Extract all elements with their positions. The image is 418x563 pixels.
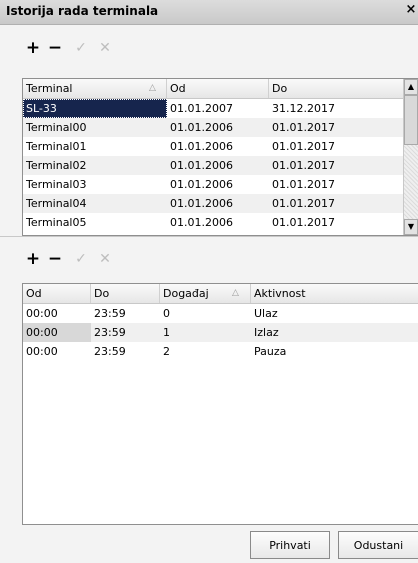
scroll-down-icon[interactable]: ▼ [404, 219, 418, 235]
table-cell[interactable]: 01.01.2006 [167, 194, 269, 213]
col-header-od[interactable]: Od [167, 79, 269, 98]
col-header-terminal[interactable]: Terminal △ [23, 79, 167, 98]
table-cell[interactable]: Izlaz [251, 323, 418, 342]
table-row[interactable]: 00:00 23:59 0 Ulaz [23, 304, 418, 323]
scroll-up-icon[interactable]: ▲ [404, 79, 418, 95]
table-cell[interactable]: 31.12.2017 [269, 99, 404, 118]
cancel-button[interactable]: Odustani [338, 531, 418, 559]
window-title: Istorija rada terminala [6, 4, 159, 18]
table-row[interactable]: SL-33 01.01.2007 31.12.2017 [23, 99, 404, 118]
add-event-button[interactable]: + [22, 248, 44, 270]
table-row[interactable]: Terminal02 01.01.2006 01.01.2017 [23, 156, 404, 175]
table-cell[interactable]: Terminal04 [23, 194, 167, 213]
table-cell[interactable]: Terminal03 [23, 175, 167, 194]
table-cell[interactable]: 23:59 [91, 323, 160, 342]
table-cell[interactable]: Terminal00 [23, 118, 167, 137]
table-cell[interactable]: 01.01.2017 [269, 213, 404, 232]
table-cell[interactable]: 01.01.2007 [167, 99, 269, 118]
table-row[interactable]: Terminal04 01.01.2006 01.01.2017 [23, 194, 404, 213]
table-row[interactable]: Terminal00 01.01.2006 01.01.2017 [23, 118, 404, 137]
table-row[interactable]: 00:00 23:59 1 Izlaz [23, 323, 418, 342]
scroll-thumb[interactable] [404, 95, 418, 145]
cancel-terminal-icon[interactable]: ✕ [94, 37, 116, 59]
table-cell[interactable]: Terminal02 [23, 156, 167, 175]
scroll-track[interactable] [404, 145, 418, 219]
table-row[interactable]: Terminal05 01.01.2006 01.01.2017 [23, 213, 404, 232]
close-icon[interactable]: × [404, 2, 418, 20]
table-cell[interactable]: 01.01.2017 [269, 118, 404, 137]
table-cell[interactable]: 01.01.2006 [167, 156, 269, 175]
table-cell[interactable]: Pauza [251, 342, 418, 361]
table-cell[interactable]: 00:00 [23, 342, 91, 361]
table-cell[interactable]: 00:00 [23, 323, 91, 342]
table-cell[interactable]: Terminal01 [23, 137, 167, 156]
table-cell[interactable]: 01.01.2017 [269, 137, 404, 156]
terminals-header: Terminal △ Od Do [23, 79, 404, 99]
table-row[interactable]: 00:00 23:59 2 Pauza [23, 342, 418, 361]
table-cell[interactable]: 01.01.2017 [269, 175, 404, 194]
table-cell[interactable]: 01.01.2006 [167, 213, 269, 232]
cancel-event-icon[interactable]: ✕ [94, 248, 116, 270]
table-cell[interactable]: 0 [160, 304, 251, 323]
table-cell[interactable]: 2 [160, 342, 251, 361]
events-header: Od Do Događaj △ Aktivnost [23, 284, 418, 304]
divider [0, 236, 418, 237]
confirm-event-icon[interactable]: ✓ [70, 248, 92, 270]
table-cell[interactable]: 23:59 [91, 304, 160, 323]
events-grid: Od Do Događaj △ Aktivnost 00:00 23:59 0 Ula… [22, 283, 418, 525]
terminals-grid: Terminal △ Od Do SL-33 01.01.2007 31.12.20… [22, 78, 418, 236]
table-cell[interactable]: 23:59 [91, 342, 160, 361]
col-header-do[interactable]: Do [91, 284, 160, 303]
col-header-aktivnost[interactable]: Aktivnost [251, 284, 418, 303]
table-cell[interactable]: 01.01.2006 [167, 118, 269, 137]
table-cell[interactable]: 1 [160, 323, 251, 342]
terminals-scrollbar[interactable]: ▲ ▼ [403, 79, 418, 235]
sort-asc-icon: △ [149, 83, 156, 93]
table-cell[interactable]: Terminal05 [23, 213, 167, 232]
table-cell[interactable]: 01.01.2006 [167, 137, 269, 156]
event-toolbar: + − ✓ ✕ [22, 248, 222, 270]
remove-event-button[interactable]: − [44, 248, 66, 270]
table-cell[interactable]: 01.01.2017 [269, 156, 404, 175]
remove-terminal-button[interactable]: − [44, 37, 66, 59]
sort-asc-icon: △ [232, 288, 239, 298]
title-bar: Istorija rada terminala × [0, 0, 418, 25]
add-terminal-button[interactable]: + [22, 37, 44, 59]
table-cell[interactable]: Ulaz [251, 304, 418, 323]
terminal-toolbar: + − ✓ ✕ [22, 37, 222, 59]
confirm-terminal-icon[interactable]: ✓ [70, 37, 92, 59]
table-cell[interactable]: 01.01.2017 [269, 194, 404, 213]
table-row[interactable]: Terminal01 01.01.2006 01.01.2017 [23, 137, 404, 156]
table-cell[interactable]: 00:00 [23, 304, 91, 323]
col-header-dogadjaj[interactable]: Događaj △ [160, 284, 251, 303]
col-header-do[interactable]: Do [269, 79, 404, 98]
col-header-od[interactable]: Od [23, 284, 91, 303]
table-cell[interactable]: 01.01.2006 [167, 175, 269, 194]
accept-button[interactable]: Prihvati [250, 531, 330, 559]
table-cell[interactable]: SL-33 [23, 99, 167, 118]
table-row[interactable]: Terminal03 01.01.2006 01.01.2017 [23, 175, 404, 194]
